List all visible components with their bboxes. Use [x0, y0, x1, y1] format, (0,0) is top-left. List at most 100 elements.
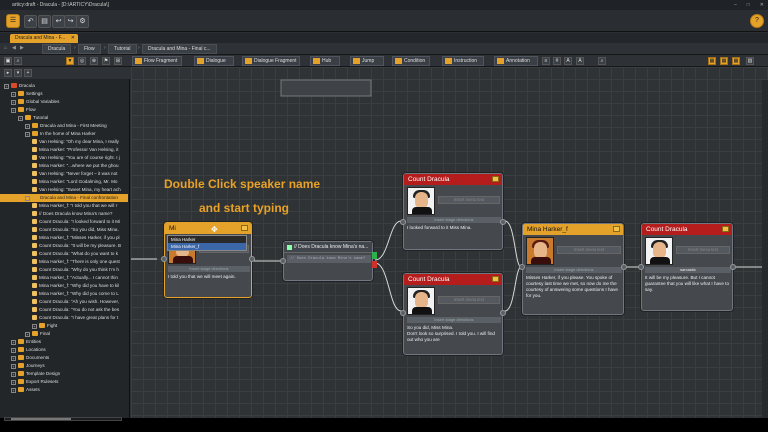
expand-toggle-icon[interactable]: + — [25, 131, 30, 137]
flag-icon[interactable]: ⚑ — [102, 57, 110, 65]
menu-text-field[interactable]: Insert menu text — [557, 246, 621, 254]
tree-item[interactable]: Mina Harker_f: "Why did you have to kil — [0, 282, 128, 290]
locate-icon[interactable]: ⊕ — [90, 57, 98, 65]
note-flag-icon[interactable] — [241, 225, 248, 231]
breadcrumb-flow[interactable]: Flow — [78, 44, 101, 54]
dialogue-text[interactable]: Misses Harker, if you please. You spoke … — [526, 275, 622, 299]
breadcrumb-final[interactable]: Dracula and Mina - Final c... — [142, 44, 217, 54]
tree-item[interactable]: Count Dracula: "Why do you think I'm h — [0, 266, 128, 274]
tree-item[interactable]: + Final — [0, 330, 128, 338]
tree-item[interactable]: Mina Harker: "Professor Van Helsing, it — [0, 146, 128, 154]
speaker-option[interactable]: Mina Harker — [168, 236, 246, 243]
tree-item[interactable]: Mina Harker_f: "I told you that we will … — [0, 202, 128, 210]
expand-toggle-icon[interactable]: + — [25, 123, 30, 129]
tree-item[interactable]: + Journeys — [0, 362, 128, 370]
output-pin[interactable] — [249, 256, 255, 262]
tree-item[interactable]: Van Helsing: "You are of course right. I… — [0, 154, 128, 162]
filter-icon[interactable]: ▼ — [66, 57, 74, 65]
tree-item[interactable]: Count Dracula: "I have great plans for t — [0, 314, 128, 322]
tree-item[interactable]: Mina Harker: "Lord Godalming, Mr. Mo — [0, 178, 128, 186]
false-output-pin[interactable] — [372, 261, 377, 268]
output-pin[interactable] — [500, 219, 506, 225]
tree-item[interactable]: Van Helsing: "Sweet Mina, my heart ach — [0, 186, 128, 194]
true-output-pin[interactable] — [372, 252, 377, 259]
breadcrumb-dracula[interactable]: Dracula — [42, 44, 72, 54]
tree-item[interactable]: + Dracula — [0, 82, 128, 90]
add-hub-button[interactable]: Hub — [310, 56, 340, 66]
note-flag-icon[interactable] — [492, 276, 499, 282]
toggle-tree-icon[interactable]: ▣ — [4, 57, 12, 65]
panel-icon[interactable]: ▥ — [746, 57, 754, 65]
view-mode-icon-2[interactable]: ▦ — [720, 57, 728, 65]
expand-toggle-icon[interactable]: + — [25, 331, 30, 337]
tree-scrollbar[interactable] — [4, 417, 122, 421]
stage-directions-field[interactable]: Insert stage directions — [526, 267, 622, 273]
stage-directions-field[interactable]: Insert stage directions — [168, 266, 250, 272]
tree-item[interactable]: + In the home of Mina Harker — [0, 130, 128, 138]
expand-toggle-icon[interactable]: + — [4, 83, 9, 89]
stage-directions-field[interactable]: Insert stage directions — [407, 217, 501, 223]
tree-item[interactable]: + Fight — [0, 322, 128, 330]
expand-toggle-icon[interactable]: + — [11, 355, 16, 361]
dialogue-text[interactable]: So you did, Miss Mina. Don't look so sur… — [407, 325, 501, 343]
tree-item[interactable]: Count Dracula: "It will be my pleasure. … — [0, 242, 128, 250]
stage-directions-field[interactable]: Insert stage directions — [407, 317, 501, 323]
tree-item[interactable]: Count Dracula: "Ah you wish. However, — [0, 298, 128, 306]
help-icon[interactable]: ? — [750, 14, 764, 28]
tab-close-icon[interactable]: ✕ — [71, 34, 75, 43]
menu-text-field[interactable]: Insert menu text — [676, 246, 730, 254]
layout-icon[interactable]: ⊞ — [114, 57, 122, 65]
search-icon[interactable]: ⌕ — [14, 57, 22, 65]
tree-item[interactable]: + Dracula and Mina - First Meeting — [0, 122, 128, 130]
note-flag-icon[interactable] — [613, 226, 620, 232]
dialogue-text[interactable]: It will be my pleasure. But I cannot gua… — [645, 275, 731, 293]
zoom-icon[interactable]: ◎ — [78, 57, 86, 65]
speaker-name[interactable]: Count Dracula — [404, 174, 502, 185]
input-pin[interactable] — [280, 258, 286, 264]
tree-item[interactable]: + Assets — [0, 386, 128, 394]
speaker-name[interactable]: Count Dracula — [642, 224, 732, 235]
tree-item[interactable]: + Locations — [0, 346, 128, 354]
expand-toggle-icon[interactable]: + — [11, 371, 16, 377]
add-instruction-button[interactable]: Instruction — [442, 56, 484, 66]
expand-toggle-icon[interactable]: + — [11, 347, 16, 353]
expand-toggle-icon[interactable]: + — [25, 195, 30, 201]
condition-node[interactable]: // Does Dracula know Mina's na... // Doe… — [280, 241, 377, 281]
tree-item[interactable]: Mina Harker_f: "There is only one quest — [0, 258, 128, 266]
output-pin[interactable] — [500, 310, 506, 316]
stage-directions-field[interactable]: sarcastic — [645, 267, 731, 273]
expand-toggle-icon[interactable]: + — [11, 107, 16, 113]
condition-code[interactable]: // Does Dracula know Mina's name? — [287, 255, 371, 263]
add-jump-button[interactable]: Jump — [350, 56, 384, 66]
expand-toggle-icon[interactable]: + — [11, 363, 16, 369]
undo-icon[interactable]: ↶ — [24, 15, 37, 28]
menu-text-field[interactable]: Insert menu text — [438, 296, 500, 304]
add-flow-fragment-button[interactable]: Flow Fragment — [132, 56, 182, 66]
tree-item[interactable]: Count Dracula: "You do not ask the bes — [0, 306, 128, 314]
input-pin[interactable] — [638, 264, 644, 270]
nav-home-icon[interactable]: ⌂ — [4, 45, 7, 51]
flow-canvas[interactable]: Double Click speaker name and start typi… — [131, 67, 768, 418]
tree-item[interactable]: + Flow — [0, 106, 128, 114]
tree-item[interactable]: Mina Harker_f: "Why did you come to L — [0, 290, 128, 298]
new-item-icon[interactable]: + — [24, 69, 32, 77]
find-icon[interactable]: ⌕ — [598, 57, 606, 65]
tree-item[interactable]: + Export Rulesets — [0, 378, 128, 386]
tree-item[interactable]: // Does Dracula know Mina's name? — [0, 210, 128, 218]
tree-item[interactable]: Count Dracula: "I looked forward to it M… — [0, 218, 128, 226]
text-icon[interactable]: A — [564, 57, 572, 65]
expand-icon[interactable]: ▸ — [4, 69, 12, 77]
dialogue-node-mina-editing[interactable]: Mi Insert menu text Insert stage directi… — [161, 222, 255, 298]
save-icon[interactable]: ▤ — [38, 15, 51, 28]
dialogue-node-dracula-bottom[interactable]: Count Dracula Insert menu text Insert st… — [400, 273, 506, 355]
tree-item[interactable]: + Tutorial — [0, 114, 128, 122]
tree-item[interactable]: Count Dracula: "So you did, Miss Mina. — [0, 226, 128, 234]
tree-item[interactable]: + Template Design — [0, 370, 128, 378]
input-pin[interactable] — [161, 256, 167, 262]
speaker-name-input[interactable]: Mi — [165, 223, 251, 234]
view-mode-icon-1[interactable]: ▦ — [708, 57, 716, 65]
close-window-button[interactable]: ✕ — [760, 0, 764, 10]
expand-toggle-icon[interactable]: + — [11, 379, 16, 385]
input-pin[interactable] — [519, 264, 525, 270]
text-color-icon[interactable]: A — [576, 57, 584, 65]
